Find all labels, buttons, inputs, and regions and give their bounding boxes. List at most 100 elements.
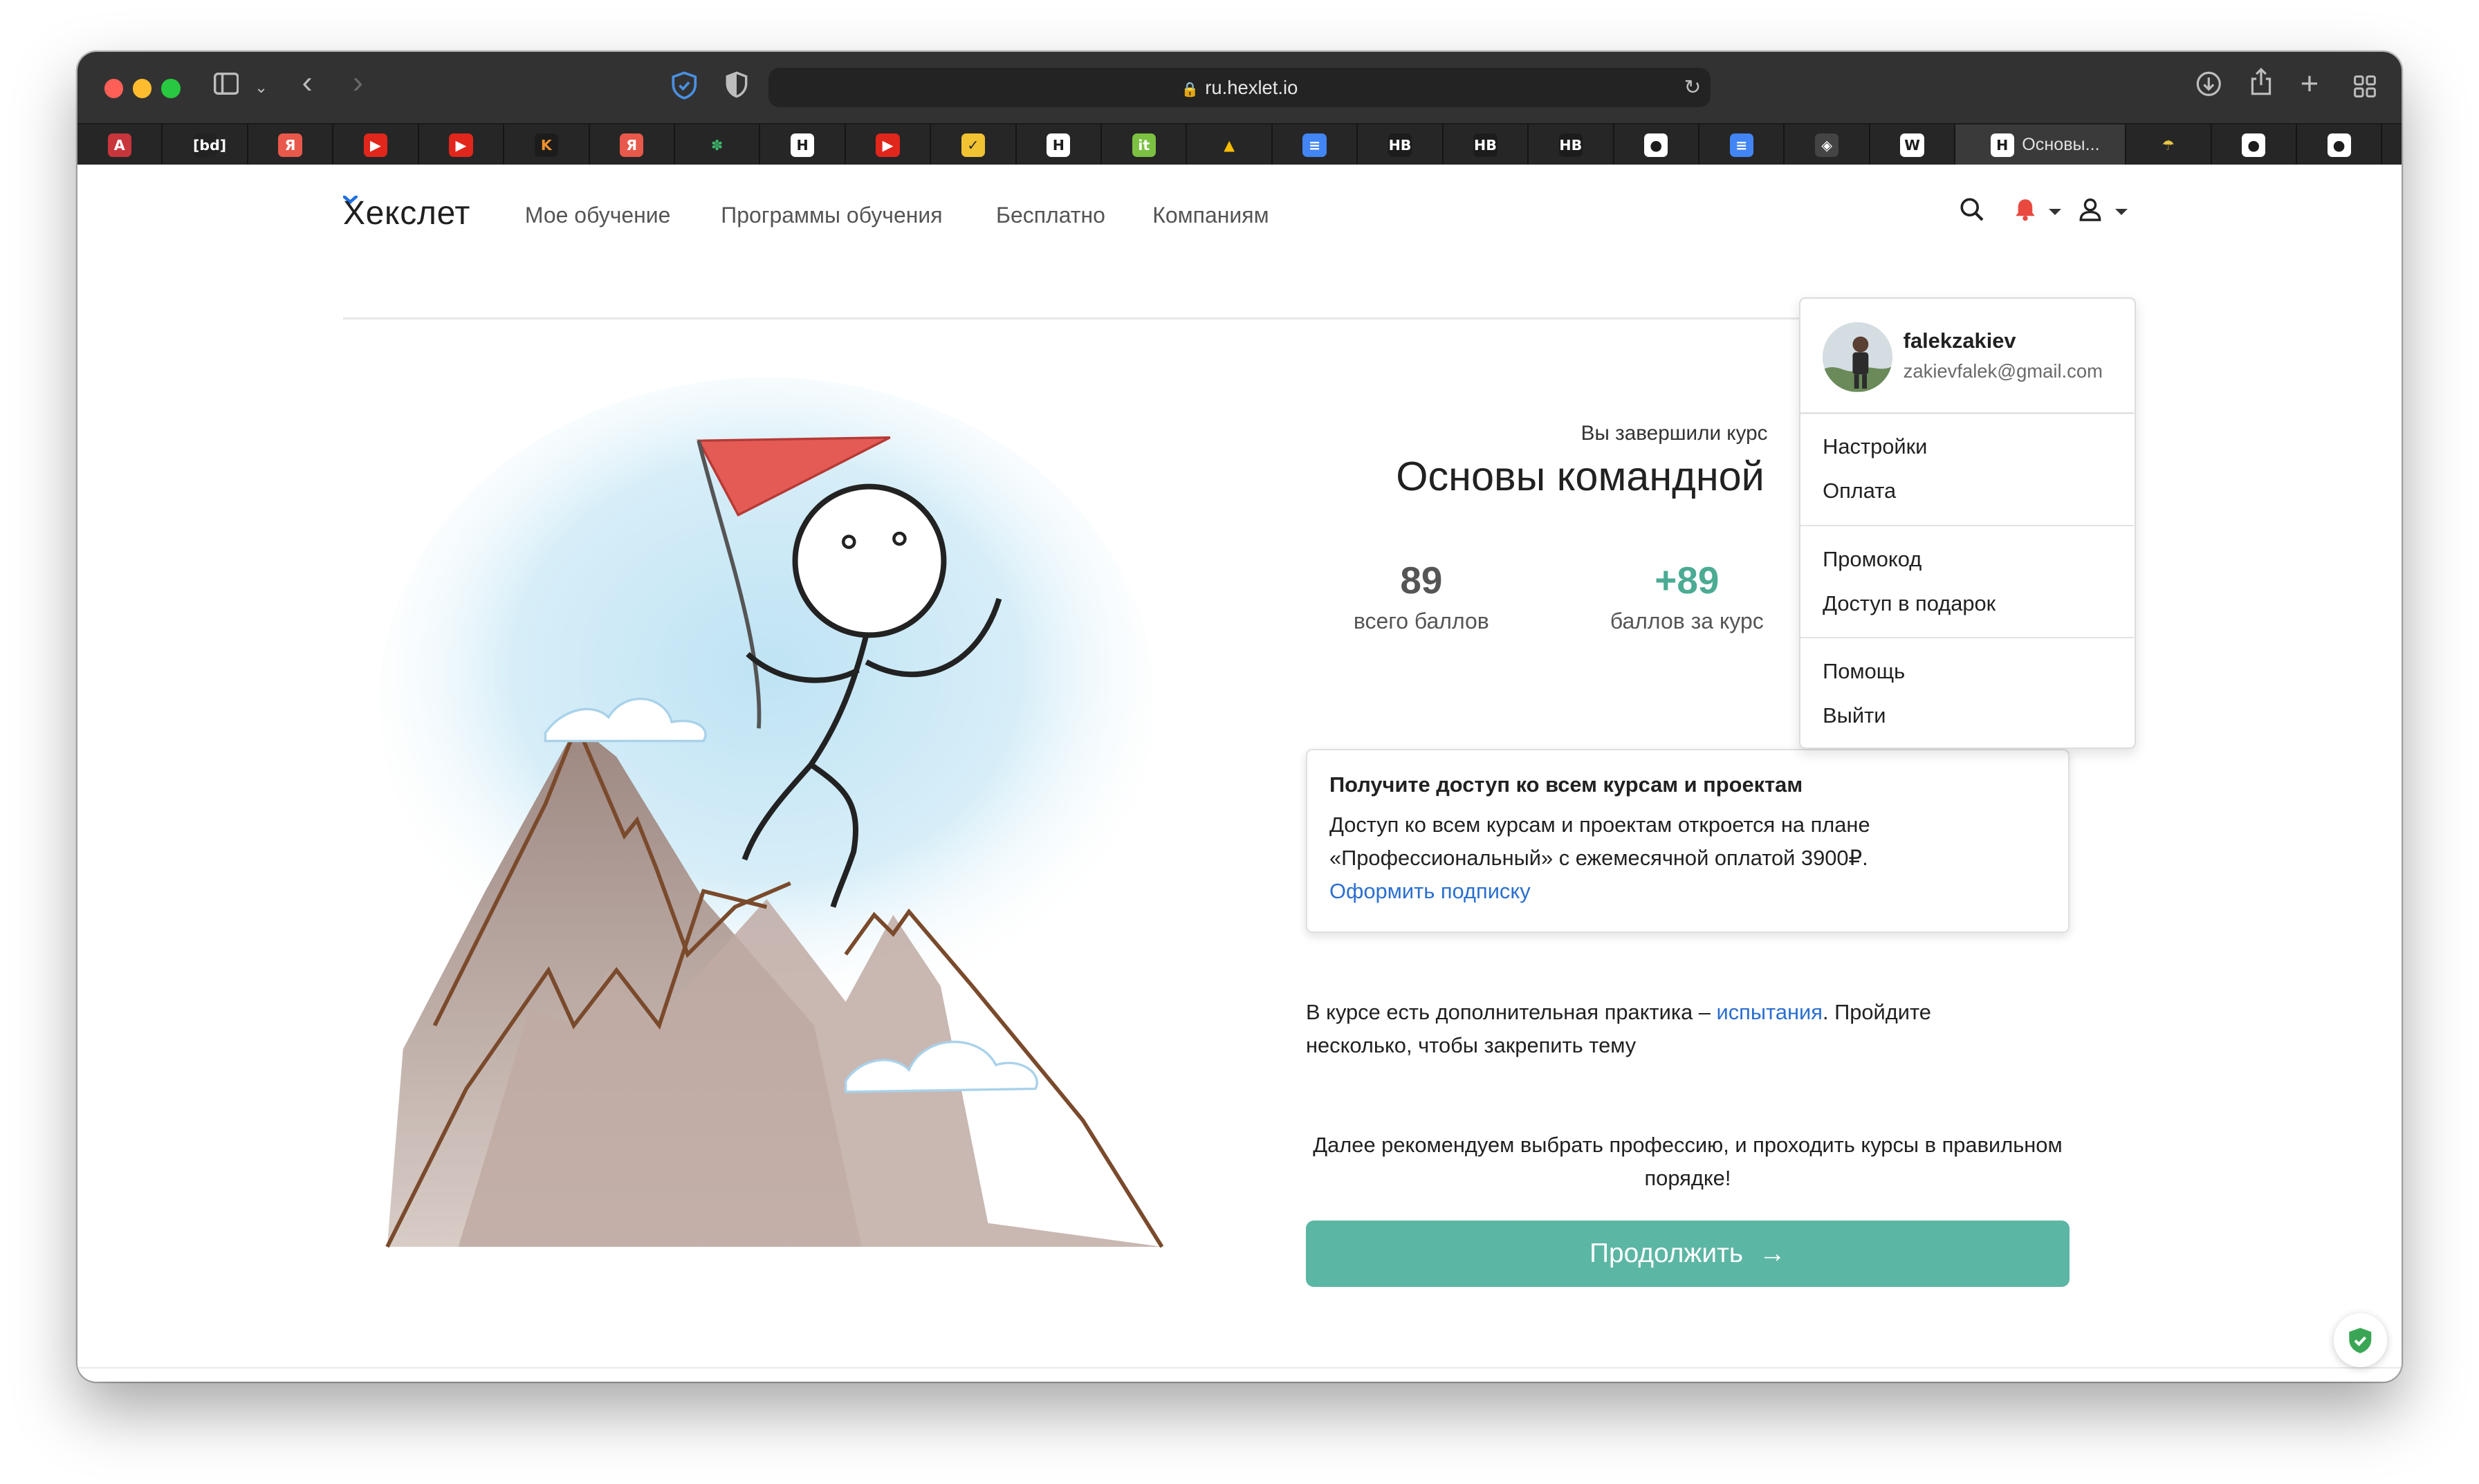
hexlet-tab-icon: H — [1990, 133, 2014, 158]
promo-text: Доступ ко всем курсам и проектам откроет… — [1329, 813, 1870, 871]
user-icon[interactable] — [2079, 198, 2101, 228]
maximize-window-button[interactable] — [161, 79, 181, 98]
site-logo[interactable]: Хекслет — [343, 194, 470, 232]
menu-item-settings[interactable]: Настройки — [1823, 434, 1927, 459]
continue-label: Продолжить — [1589, 1238, 1744, 1268]
pinned-tab-a-20[interactable]: ◈ — [1785, 124, 1870, 166]
pinned-tab-a-5[interactable]: K — [504, 124, 590, 166]
mountain-illustration — [379, 378, 1164, 1248]
dropdown-divider — [1800, 524, 2135, 526]
pinned-tab-a-21[interactable]: W — [1870, 124, 1956, 166]
notifications-caret-icon[interactable] — [2049, 208, 2062, 215]
privacy-shield-icon[interactable] — [672, 71, 697, 109]
pinned-tab-a-1[interactable]: [bd] — [163, 124, 248, 166]
pinned-tab-icon: W — [1900, 133, 1924, 158]
active-tab-label: Основы... — [2022, 135, 2100, 155]
dropdown-divider — [1800, 636, 2135, 639]
pinned-tab-b-3[interactable]: ● — [2382, 124, 2402, 165]
pinned-tab-a-17[interactable]: HB — [1529, 124, 1614, 166]
pinned-tab-a-11[interactable]: H — [1017, 124, 1103, 166]
pinned-tab-a-2[interactable]: Я — [248, 124, 334, 166]
menu-item-gift-access[interactable]: Доступ в подарок — [1823, 591, 1996, 616]
url-text: ru.hexlet.io — [1205, 77, 1298, 99]
pinned-tab-icon: A — [107, 133, 131, 158]
dropdown-username: falekzakiev — [1903, 328, 2016, 353]
notifications-bell-icon[interactable] — [2014, 198, 2036, 228]
earned-points-label: баллов за курс — [1610, 608, 1764, 633]
pinned-tab-a-10[interactable]: ✓ — [931, 124, 1017, 166]
pinned-tab-b-2[interactable]: ● — [2297, 124, 2383, 166]
pinned-tab-a-9[interactable]: ▶ — [846, 124, 932, 166]
pinned-tab-icon: Я — [278, 133, 302, 158]
shield-half-icon[interactable] — [726, 71, 748, 108]
back-icon[interactable]: ‹ — [302, 64, 313, 100]
pinned-tab-a-4[interactable]: ▶ — [419, 124, 505, 166]
pinned-tab-a-8[interactable]: H — [760, 124, 846, 166]
pinned-tab-icon: HB — [1558, 133, 1583, 158]
challenges-link[interactable]: испытания — [1717, 1000, 1823, 1024]
pinned-tab-b-0[interactable]: ☂ — [2126, 124, 2212, 166]
nav-my-learning[interactable]: Мое обучение — [525, 203, 671, 228]
security-extension-button[interactable] — [2333, 1313, 2388, 1368]
pinned-tab-icon: HB — [1388, 133, 1412, 158]
subscribe-link[interactable]: Оформить подписку — [1329, 875, 2046, 908]
pinned-tabs-bar: A [bd] Я ▶ ▶ K Я ✽ H ▶ ✓ Hit ▲ ≡ HB HB HB ● ≡ ◈ W H Основы... ☂… — [77, 123, 2402, 166]
active-tab[interactable]: H Основы... — [1955, 124, 2127, 166]
minimize-window-button[interactable] — [132, 79, 152, 98]
tab-overview-icon[interactable] — [2354, 73, 2377, 107]
user-menu-caret-icon[interactable] — [2115, 208, 2128, 215]
pinned-tab-a-6[interactable]: Я — [590, 124, 675, 166]
pinned-tab-icon: H — [1047, 133, 1071, 158]
nav-companies[interactable]: Компаниям — [1152, 203, 1269, 228]
arrow-right-icon: → — [1758, 1238, 1786, 1268]
address-bar[interactable]: 🔒 ru.hexlet.io ↻ — [768, 68, 1711, 108]
download-icon[interactable] — [2196, 71, 2222, 106]
nav-free[interactable]: Бесплатно — [996, 203, 1105, 228]
user-dropdown-menu: falekzakiev zakievfalek@gmail.com Настро… — [1799, 297, 2136, 750]
share-icon[interactable] — [2250, 68, 2272, 106]
pinned-tab-a-13[interactable]: ▲ — [1187, 124, 1273, 166]
continue-button[interactable]: Продолжить → — [1305, 1220, 2070, 1287]
pinned-tab-icon: ≡ — [1729, 133, 1753, 158]
pinned-tab-a-16[interactable]: HB — [1444, 124, 1529, 166]
pinned-tab-a-14[interactable]: ≡ — [1273, 124, 1358, 166]
pinned-tab-icon: K — [534, 133, 558, 158]
pinned-tab-icon: ▶ — [449, 133, 473, 158]
pinned-tab-icon: ☂ — [2156, 133, 2180, 158]
pinned-tab-icon: [bd] — [192, 133, 226, 158]
pinned-tab-icon: ▲ — [1217, 133, 1242, 158]
pinned-tab-a-12[interactable]: it — [1102, 124, 1188, 166]
new-tab-icon[interactable]: + — [2301, 66, 2319, 101]
menu-item-help[interactable]: Помощь — [1823, 659, 1905, 684]
pinned-tab-a-18[interactable]: ● — [1614, 124, 1699, 166]
pinned-tab-a-15[interactable]: HB — [1358, 124, 1444, 166]
pinned-tab-icon: ▶ — [876, 133, 900, 158]
nav-programs[interactable]: Программы обучения — [721, 203, 942, 228]
promo-title: Получите доступ ко всем курсам и проекта… — [1329, 772, 1803, 797]
pinned-tab-icon: ● — [1644, 133, 1668, 158]
menu-item-promo-code[interactable]: Промокод — [1823, 547, 1922, 572]
close-window-button[interactable] — [104, 79, 124, 98]
practice-text-before: В курсе есть дополнительная практика – — [1305, 999, 1717, 1024]
dropdown-email: zakievfalek@gmail.com — [1903, 360, 2103, 382]
pinned-tab-a-0[interactable]: A — [77, 124, 163, 166]
avatar[interactable] — [1823, 322, 1892, 392]
chevron-down-icon[interactable]: ⌄ — [255, 70, 268, 104]
search-icon[interactable] — [1960, 198, 1984, 228]
sidebar-toggle-icon[interactable] — [213, 70, 239, 104]
forward-icon[interactable]: › — [353, 64, 363, 100]
pinned-tab-icon: ✽ — [705, 133, 729, 158]
pinned-tab-icon: HB — [1473, 133, 1497, 158]
menu-item-payment[interactable]: Оплата — [1823, 479, 1896, 503]
earned-points-value: +89 — [1655, 558, 1720, 602]
reload-icon[interactable]: ↻ — [1684, 68, 1702, 107]
page-content: Хекслет Мое обучение Программы обучения … — [77, 164, 2402, 1382]
subscription-promo-card: Получите доступ ко всем курсам и проекта… — [1305, 749, 2070, 933]
browser-titlebar: ⌄ ‹ › 🔒 ru.hexlet.io ↻ + — [77, 52, 2402, 124]
pinned-tab-b-1[interactable]: ● — [2212, 124, 2297, 166]
pinned-tab-a-3[interactable]: ▶ — [333, 124, 419, 166]
pinned-tab-a-7[interactable]: ✽ — [675, 124, 761, 166]
completed-label: Вы завершили курс — [1581, 422, 1768, 445]
pinned-tab-a-19[interactable]: ≡ — [1699, 124, 1785, 166]
menu-item-logout[interactable]: Выйти — [1823, 703, 1886, 728]
